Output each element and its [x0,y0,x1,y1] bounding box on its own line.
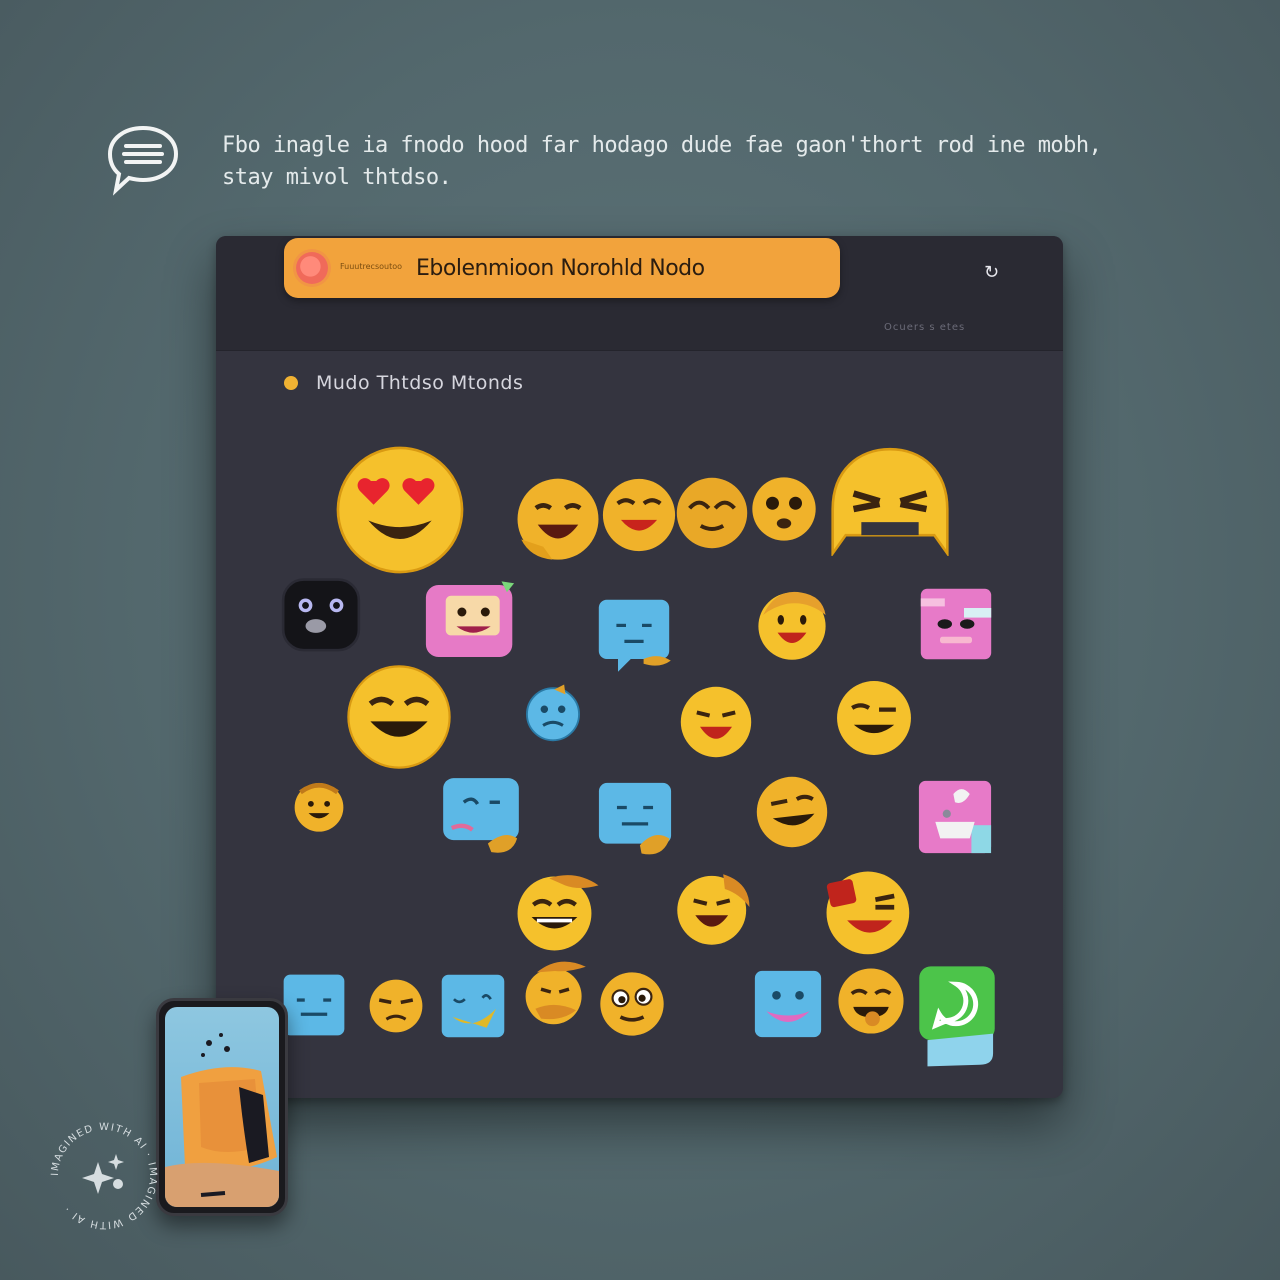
phone-mockup [156,998,288,1216]
pink-bath-emoji-icon[interactable] [914,774,996,860]
mode-selector[interactable]: Fuuutrecsoutoo Ebolenmioon Norohld Nodo [284,238,840,298]
section-title: Mudo Thtdso Mtonds [316,372,524,394]
chat-bubble-icon [107,125,179,196]
tongue-emoji-icon[interactable] [834,964,908,1038]
header-meta-text: Ocuers s etes [884,322,966,333]
happy-hair-emoji-icon[interactable] [752,580,832,666]
page-caption: Fbo inagle ia fnodo hood far hodago dude… [222,130,1162,194]
heart-eyes-emoji-icon[interactable] [334,444,466,576]
googly-eyes-emoji-icon[interactable] [596,968,668,1040]
black-mask-emoji-icon[interactable] [278,570,364,658]
mode-title: Ebolenmioon Norohld Nodo [416,256,705,281]
small-smile-emoji-icon[interactable] [288,776,350,834]
pink-glitch-emoji-icon[interactable] [916,582,996,666]
squinting-emoji-icon[interactable] [672,470,752,556]
blue-neutral-emoji-icon[interactable] [594,776,676,862]
surprised-emoji-icon[interactable] [748,468,820,550]
blue-square-emoji-icon[interactable] [278,972,350,1038]
smiling-emoji-icon[interactable] [344,662,454,772]
winking-emoji-icon[interactable] [816,864,916,958]
section-dot-icon [284,376,298,390]
blue-thinking-emoji-icon[interactable] [438,772,524,860]
caption-line-1: Fbo inagle ia fnodo hood far hodago dude… [222,133,1102,158]
grin-squint-emoji-icon[interactable] [832,676,916,760]
laughing-emoji-icon[interactable] [512,472,604,570]
thinking-hand-emoji-icon[interactable] [520,952,590,1032]
tongue-out-emoji-icon[interactable] [676,682,756,762]
mode-subtitle: Fuuutrecsoutoo [340,262,403,271]
grinning-emoji-icon[interactable] [598,470,680,560]
sad-emoji-icon[interactable] [366,976,426,1036]
record-dot-icon [296,252,328,284]
refresh-icon[interactable]: ↻ [984,262,999,283]
blue-message-emoji-icon[interactable] [594,592,674,678]
phone-wallpaper-image [165,1033,279,1207]
emoji-window: Fuuutrecsoutoo Ebolenmioon Norohld Nodo … [216,236,1063,1098]
phone-screen [165,1007,279,1207]
beaming-emoji-icon[interactable] [512,866,604,954]
ai-sparkle-icon: IMAGINED WITH AI · IMAGINED WITH AI · [50,1122,157,1230]
smirk-emoji-icon[interactable] [752,772,832,852]
caption-line-2: stay mivol thtdso. [222,165,452,190]
blue-grin-emoji-icon[interactable] [750,968,826,1040]
pink-block-emoji-icon[interactable] [418,576,522,666]
blue-wink-emoji-icon[interactable] [436,972,510,1040]
whatsapp-icon[interactable] [916,966,998,1070]
window-header: Fuuutrecsoutoo Ebolenmioon Norohld Nodo … [216,236,1063,351]
weary-emoji-icon[interactable] [824,444,956,556]
excited-emoji-icon[interactable] [674,866,756,948]
blue-worried-emoji-icon[interactable] [520,682,586,744]
